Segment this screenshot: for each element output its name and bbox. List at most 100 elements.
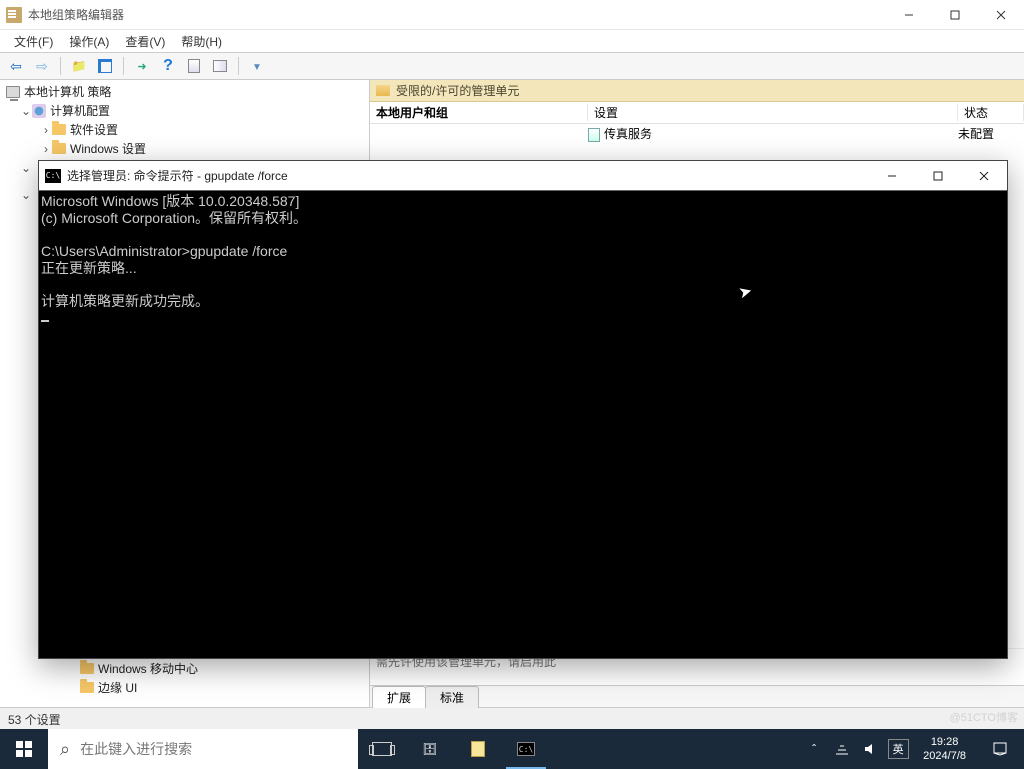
tree-label: 边缘 UI <box>98 679 137 696</box>
gpedit-column-headers: 本地用户和组 设置 状态 <box>370 102 1024 124</box>
toolbar-filter-button[interactable] <box>245 55 269 77</box>
gpedit-titlebar[interactable]: 本地组策略编辑器 <box>0 0 1024 30</box>
list-row-state: 未配置 <box>958 125 1018 142</box>
tray-volume-icon[interactable] <box>859 742 881 756</box>
gpedit-right-header-label: 受限的/许可的管理单元 <box>396 82 519 99</box>
folder-icon <box>80 682 94 693</box>
ime-label: 英 <box>888 739 909 759</box>
taskbar: 在此键入进行搜索 C:\ ˆ 英 19:28 2024/7/8 <box>0 729 1024 769</box>
cmd-window[interactable]: C:\ 选择管理员: 命令提示符 - gpupdate /force Micro… <box>38 160 1008 659</box>
tab-standard[interactable]: 标准 <box>425 686 479 708</box>
cmd-cursor <box>41 320 49 322</box>
taskbar-search[interactable]: 在此键入进行搜索 <box>48 729 358 769</box>
taskview-icon <box>372 742 392 756</box>
tree-label: 软件设置 <box>70 121 118 138</box>
cmd-titlebar[interactable]: C:\ 选择管理员: 命令提示符 - gpupdate /force <box>39 161 1007 191</box>
tree-label: Windows 设置 <box>70 140 146 157</box>
cmd-line: 正在更新策略... <box>41 260 137 276</box>
tray-ime-button[interactable]: 英 <box>887 739 909 759</box>
tree-edge-ui[interactable]: 边缘 UI <box>0 678 369 697</box>
toolbar-separator <box>123 57 124 75</box>
server-icon <box>422 742 437 756</box>
tray-network-icon[interactable] <box>831 742 853 756</box>
list-row[interactable]: 传真服务 未配置 <box>370 124 1024 143</box>
chevron-down-icon[interactable]: ⌄ <box>20 161 32 175</box>
chevron-down-icon[interactable]: ⌄ <box>20 104 32 118</box>
gpedit-window-controls <box>886 0 1024 30</box>
cmd-command: gpupdate /force <box>190 243 287 259</box>
cmd-close-button[interactable] <box>961 161 1007 191</box>
tree-root-label: 本地计算机 策略 <box>24 83 111 100</box>
notepad-icon <box>471 741 485 757</box>
taskbar-clock[interactable]: 19:28 2024/7/8 <box>915 735 974 763</box>
cmd-line: Microsoft Windows [版本 10.0.20348.587] <box>41 193 299 209</box>
gpedit-app-icon <box>6 7 22 23</box>
policy-icon <box>588 128 600 142</box>
task-server-manager[interactable] <box>406 729 454 769</box>
notification-center-button[interactable] <box>980 741 1020 757</box>
cmd-taskbar-icon: C:\ <box>517 742 535 756</box>
gpedit-minimize-button[interactable] <box>886 0 932 30</box>
cmd-line: (c) Microsoft Corporation。保留所有权利。 <box>41 210 307 226</box>
search-placeholder: 在此键入进行搜索 <box>80 739 192 759</box>
cmd-icon: C:\ <box>45 169 61 183</box>
task-notepad[interactable] <box>454 729 502 769</box>
taskview-button[interactable] <box>358 729 406 769</box>
menu-view[interactable]: 查看(V) <box>117 31 173 52</box>
toolbar-properties-button[interactable] <box>182 55 206 77</box>
gpedit-toolbar <box>0 52 1024 80</box>
folder-icon <box>52 124 66 135</box>
toolbar-separator <box>60 57 61 75</box>
toolbar-help-button[interactable] <box>156 55 180 77</box>
tree-windows-mobile[interactable]: Windows 移动中心 <box>0 659 369 678</box>
col-state[interactable]: 状态 <box>958 104 1024 121</box>
toolbar-forward-button[interactable] <box>30 55 54 77</box>
tree-windows-settings[interactable]: › Windows 设置 <box>0 139 369 158</box>
system-tray: ˆ 英 19:28 2024/7/8 <box>803 729 1024 769</box>
tree-software-settings[interactable]: › 软件设置 <box>0 120 369 139</box>
cmd-minimize-button[interactable] <box>869 161 915 191</box>
gpedit-close-button[interactable] <box>978 0 1024 30</box>
col-title[interactable]: 本地用户和组 <box>370 104 588 121</box>
tray-overflow-button[interactable]: ˆ <box>803 742 825 756</box>
cmd-line: 计算机策略更新成功完成。 <box>41 293 209 309</box>
clock-time: 19:28 <box>923 735 966 749</box>
cmd-window-controls <box>869 161 1007 191</box>
chevron-right-icon[interactable]: › <box>40 123 52 137</box>
computer-icon <box>6 86 20 98</box>
gpedit-maximize-button[interactable] <box>932 0 978 30</box>
toolbar-back-button[interactable] <box>4 55 28 77</box>
toolbar-list-button[interactable] <box>208 55 232 77</box>
mouse-cursor-icon: ➤ <box>737 284 754 303</box>
cmd-maximize-button[interactable] <box>915 161 961 191</box>
gpedit-statusbar: 53 个设置 <box>0 707 1024 729</box>
cmd-title: 选择管理员: 命令提示符 - gpupdate /force <box>67 167 288 184</box>
tree-label: Windows 移动中心 <box>98 660 198 677</box>
list-row-setting: 传真服务 <box>604 127 652 141</box>
task-cmd[interactable]: C:\ <box>502 729 550 769</box>
search-icon <box>60 739 70 760</box>
toolbar-separator <box>238 57 239 75</box>
cmd-prompt: C:\Users\Administrator> <box>41 243 190 259</box>
toolbar-show-hide-button[interactable] <box>93 55 117 77</box>
start-button[interactable] <box>0 729 48 769</box>
chevron-down-icon[interactable]: ⌄ <box>20 188 32 202</box>
folder-icon <box>80 663 94 674</box>
menu-file[interactable]: 文件(F) <box>6 31 61 52</box>
tab-extended[interactable]: 扩展 <box>372 686 426 708</box>
menu-action[interactable]: 操作(A) <box>61 31 117 52</box>
watermark: @51CTO博客 <box>950 709 1018 725</box>
tree-computer-config[interactable]: ⌄计算机配置 <box>0 101 369 120</box>
gpedit-title: 本地组策略编辑器 <box>28 6 124 23</box>
col-setting[interactable]: 设置 <box>588 104 958 121</box>
windows-logo-icon <box>16 741 32 757</box>
toolbar-export-button[interactable] <box>130 55 154 77</box>
tree-root[interactable]: 本地计算机 策略 <box>0 82 369 101</box>
toolbar-up-button[interactable] <box>67 55 91 77</box>
cmd-body[interactable]: Microsoft Windows [版本 10.0.20348.587] (c… <box>39 191 1007 658</box>
folder-icon <box>52 143 66 154</box>
gpedit-right-header: 受限的/许可的管理单元 <box>370 80 1024 102</box>
config-icon <box>32 104 46 118</box>
chevron-right-icon[interactable]: › <box>40 142 52 156</box>
menu-help[interactable]: 帮助(H) <box>173 31 230 52</box>
